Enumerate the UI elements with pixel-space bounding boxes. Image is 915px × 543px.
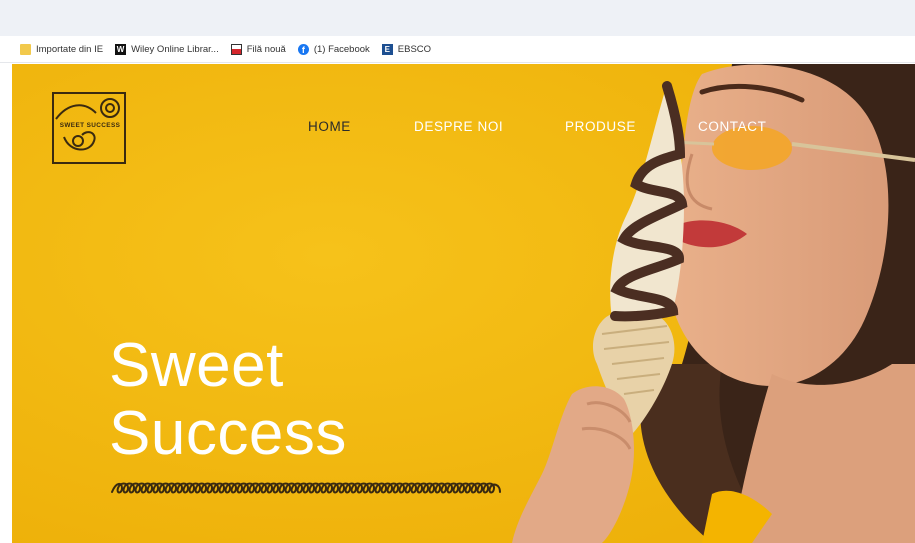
facebook-icon: f [297, 43, 309, 55]
nav-contact[interactable]: CONTACT [698, 119, 766, 134]
new-tab-icon [230, 43, 242, 55]
wiley-icon: W [115, 43, 127, 55]
ebsco-icon: E [381, 43, 393, 55]
hero-title-line2: Success [109, 399, 347, 468]
nav-home[interactable]: HOME [308, 119, 351, 134]
bookmark-label: (1) Facebook [313, 43, 370, 55]
bookmark-ebsco[interactable]: E EBSCO [381, 43, 432, 55]
hero-section: SWEET SUCCESS HOME DESPRE NOI PRODUSE CO… [12, 64, 915, 543]
bookmark-wiley[interactable]: W Wiley Online Librar... [115, 43, 219, 55]
bookmark-label: Importate din IE [36, 43, 104, 55]
hero-title-line1: Sweet [109, 331, 284, 400]
nav-despre-noi[interactable]: DESPRE NOI [414, 119, 503, 134]
bookmark-label: Wiley Online Librar... [131, 43, 219, 55]
bookmark-importate[interactable]: Importate din IE [20, 43, 104, 55]
decorative-squiggle [111, 482, 501, 494]
nav-produse[interactable]: PRODUSE [565, 119, 636, 134]
bookmark-facebook[interactable]: f (1) Facebook [297, 43, 370, 55]
bookmark-label: Filă nouă [246, 43, 286, 55]
bookmark-label: EBSCO [397, 43, 432, 55]
main-nav: HOME DESPRE NOI PRODUSE CONTACT [12, 119, 915, 139]
hero-title: Sweet Success [109, 332, 347, 468]
browser-tab-strip [0, 0, 915, 36]
bookmarks-bar: Importate din IE W Wiley Online Librar..… [0, 36, 915, 63]
bookmark-new-tab[interactable]: Filă nouă [230, 43, 286, 55]
folder-icon [20, 43, 31, 55]
